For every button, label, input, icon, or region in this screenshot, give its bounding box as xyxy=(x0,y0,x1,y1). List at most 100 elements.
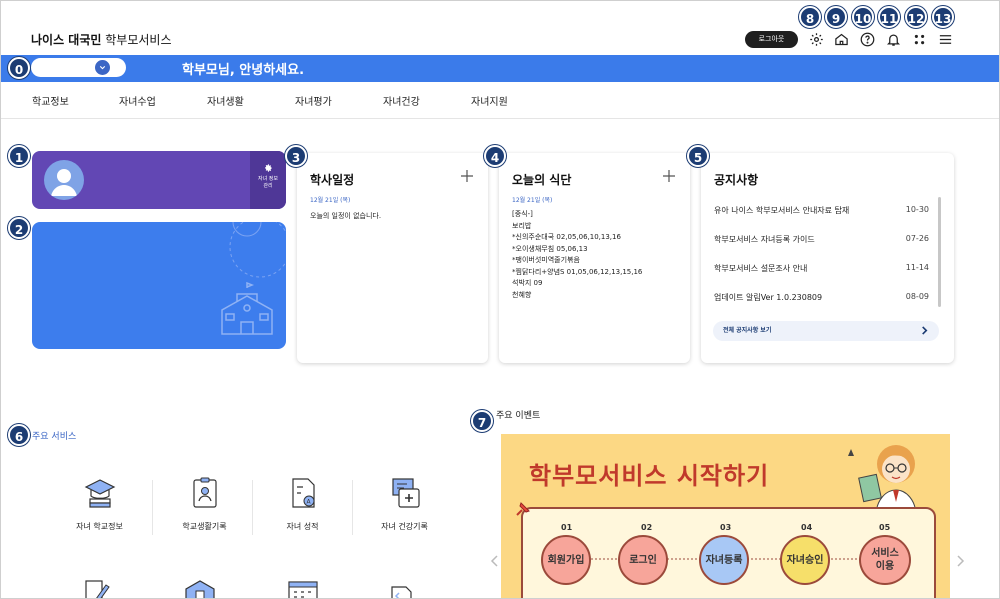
event-section-title: 주요 이벤트 xyxy=(496,411,541,421)
meal-item: *찜닭다리+양념S 01,05,06,12,13,15,16 xyxy=(512,267,643,276)
guide-badge: 3 xyxy=(285,145,307,167)
view-all-notices-button[interactable]: 전체 공지사항 보기 xyxy=(713,321,939,341)
meal-item: *팽이버섯미역줄기볶음 xyxy=(512,256,580,264)
school-illustration xyxy=(221,222,286,335)
notice-card: 공지사항 유아 나이스 학부모서비스 안내자료 탑재 10-30 학부모서비스 … xyxy=(701,153,954,363)
nav-item-evaluation[interactable]: 자녀평가 xyxy=(295,93,332,108)
logo[interactable]: 나이스 대국민 학부모서비스 xyxy=(31,31,172,48)
event-banner[interactable]: 학부모서비스 시작하기 01 회원가입 02 로그인 03 자녀등록 04 자녀… xyxy=(501,434,950,598)
manage-label: 관리 xyxy=(263,183,273,189)
guide-badge: 11 xyxy=(878,6,900,28)
notice-item[interactable]: 유아 나이스 학부모서비스 안내자료 탑재 10-30 xyxy=(714,205,929,219)
step-signup: 회원가입 xyxy=(541,535,591,585)
logo-brand: 나이스 대국민 xyxy=(31,33,102,47)
notice-item-title: 업데이트 알림Ver 1.0.230809 xyxy=(714,293,823,302)
meal-item: [중식-] xyxy=(512,210,533,218)
plus-icon[interactable] xyxy=(662,169,676,183)
meal-date: 12월 21일 (목) xyxy=(512,197,553,204)
plus-icon[interactable] xyxy=(460,169,474,183)
guide-badge: 1 xyxy=(8,145,30,167)
step-number: 04 xyxy=(801,523,813,532)
child-select[interactable] xyxy=(31,58,126,77)
meal-title: 오늘의 식단 xyxy=(512,173,572,187)
greeting-bar xyxy=(1,55,999,82)
child-info-card xyxy=(32,222,286,349)
service-health-record[interactable]: 자녀 건강기록 xyxy=(352,475,457,532)
meal-item: 석박지 09 xyxy=(512,279,543,287)
school-building-icon[interactable] xyxy=(182,577,218,599)
service-school-record[interactable]: 학교생활기록 xyxy=(152,475,257,532)
guide-badge: 9 xyxy=(825,6,847,28)
nav-item-support[interactable]: 자녀지원 xyxy=(471,93,508,108)
guide-badge: 4 xyxy=(484,145,506,167)
guide-badge: 7 xyxy=(471,410,493,432)
notice-title: 공지사항 xyxy=(714,173,759,187)
chevron-right-icon xyxy=(922,326,928,335)
calendar-icon[interactable] xyxy=(285,577,321,599)
step-login: 로그인 xyxy=(618,535,668,585)
guide-badge: 12 xyxy=(905,6,927,28)
chevron-down-icon[interactable] xyxy=(95,60,110,75)
schedule-empty-text: 오늘의 일정이 없습니다. xyxy=(310,212,382,220)
service-school-info[interactable]: 자녀 학교정보 xyxy=(47,475,152,532)
medical-record-icon xyxy=(391,478,420,508)
gear-icon xyxy=(265,164,272,172)
event-banner-title: 학부모서비스 시작하기 xyxy=(529,462,770,490)
chevron-right-icon[interactable] xyxy=(953,554,967,568)
manage-child-button[interactable]: 자녀 정보 관리 xyxy=(250,151,286,209)
notice-item[interactable]: 학부모서비스 자녀등록 가이드 07-26 xyxy=(714,234,929,248)
apps-icon[interactable] xyxy=(910,30,928,48)
step-register-child: 자녀등록 xyxy=(699,535,749,585)
help-icon[interactable] xyxy=(858,30,876,48)
guide-badge: 2 xyxy=(8,217,30,239)
grade-document-icon: A xyxy=(291,478,315,508)
greeting-text: 학부모님, 안녕하세요. xyxy=(182,63,305,78)
guide-badge: 0 xyxy=(8,57,30,79)
clipboard-pencil-icon[interactable] xyxy=(82,577,114,599)
meal-card: 오늘의 식단 12월 21일 (목) [중식-] 보리밥 *신의주순대국 02,… xyxy=(499,153,690,363)
avatar xyxy=(44,160,84,200)
notice-item-date: 07-26 xyxy=(905,234,929,243)
service-grades[interactable]: A 자녀 성적 xyxy=(250,475,355,532)
notice-item[interactable]: 학부모서비스 설문조사 안내 11-14 xyxy=(714,263,929,277)
logout-button[interactable]: 로그아웃 xyxy=(745,31,798,48)
step-approve-child: 자녀승인 xyxy=(780,535,830,585)
home-icon[interactable] xyxy=(832,30,850,48)
graduation-cap-icon xyxy=(84,479,115,508)
guide-badge: 8 xyxy=(799,6,821,28)
app-window: 나이스 대국민 학부모서비스 로그아웃 8 9 10 11 12 13 0 학부… xyxy=(0,0,1000,599)
person-illustration xyxy=(847,445,917,516)
meal-item: 천혜향 xyxy=(512,290,532,299)
service-label: 학교생활기록 xyxy=(182,522,227,531)
schedule-card: 학사일정 12월 21일 (목) 오늘의 일정이 없습니다. xyxy=(297,153,488,363)
guide-badge: 6 xyxy=(8,424,30,446)
header: 나이스 대국민 학부모서비스 로그아웃 xyxy=(1,1,999,55)
nav-item-health[interactable]: 자녀건강 xyxy=(383,93,420,108)
nav-item-class[interactable]: 자녀수업 xyxy=(119,93,156,108)
notice-item-date: 08-09 xyxy=(905,292,929,301)
bell-icon[interactable] xyxy=(884,30,902,48)
step-use-service: 서비스 이용 xyxy=(859,535,911,585)
nav-item-school-info[interactable]: 학교정보 xyxy=(32,93,69,108)
document-icon[interactable] xyxy=(387,583,417,599)
manage-label: 자녀 정보 xyxy=(258,176,278,182)
gear-icon[interactable] xyxy=(807,30,825,48)
service-label: 자녀 건강기록 xyxy=(381,522,428,531)
chevron-left-icon[interactable] xyxy=(488,554,502,568)
service-label: 자녀 성적 xyxy=(286,522,319,531)
nav-item-life[interactable]: 자녀생활 xyxy=(207,93,244,108)
menu-icon[interactable] xyxy=(936,30,954,48)
profile-card: 자녀 정보 관리 xyxy=(32,151,286,209)
guide-badge: 13 xyxy=(932,6,954,28)
meal-item: 보리밥 xyxy=(512,221,532,230)
meal-item: *신의주순대국 02,05,06,10,13,16 xyxy=(512,233,621,241)
step-number: 03 xyxy=(720,523,732,532)
meal-list: [중식-] 보리밥 *신의주순대국 02,05,06,10,13,16 *오이생… xyxy=(512,209,642,301)
main-nav: 학교정보 자녀수업 자녀생활 자녀평가 자녀건강 자녀지원 xyxy=(1,82,999,119)
notice-item[interactable]: 업데이트 알림Ver 1.0.230809 08-09 xyxy=(714,292,929,306)
notice-item-title: 학부모서비스 자녀등록 가이드 xyxy=(714,235,815,244)
services-panel: 자녀 학교정보 학교생활기록 A 자녀 성적 자녀 건강기록 xyxy=(32,447,467,599)
notice-scrollbar[interactable] xyxy=(938,197,941,307)
step-number: 05 xyxy=(879,523,891,532)
id-card-icon xyxy=(192,477,217,508)
